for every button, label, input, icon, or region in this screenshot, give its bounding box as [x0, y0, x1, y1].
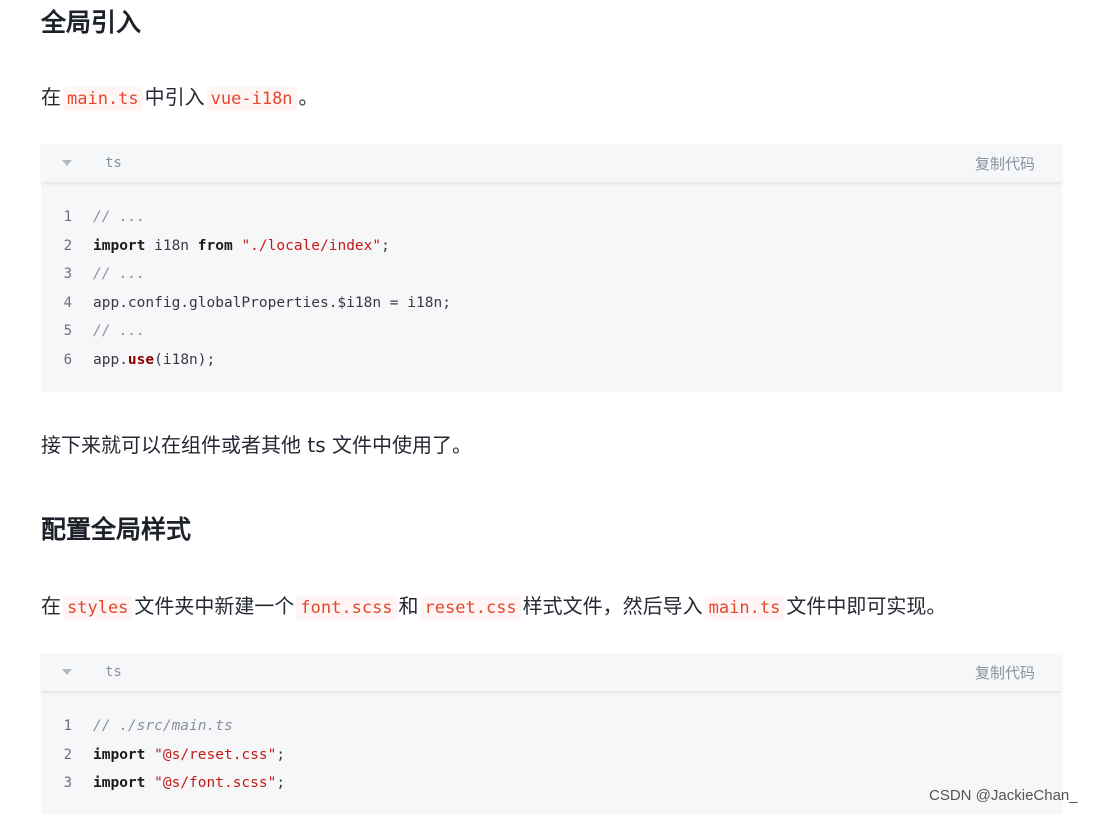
inline-code-main-ts: main.ts: [704, 596, 785, 620]
code-text: ;: [276, 775, 286, 792]
code-line: 3 import "@s/font.scss";: [41, 769, 1062, 798]
code-string: "@s/reset.css": [154, 746, 277, 763]
code-body: 1 // ./src/main.ts 2 import "@s/reset.css…: [41, 691, 1062, 816]
paragraph-global-import: 在 main.ts 中引入 vue-i18n。: [41, 79, 319, 117]
code-text: app.config.globalProperties.$i18n = i18n…: [93, 294, 451, 311]
code-text: ;: [276, 746, 286, 763]
text-segment: 中引入: [144, 85, 205, 109]
code-text: ;: [381, 237, 390, 254]
code-text: (i18n);: [154, 351, 216, 368]
inline-code-font-scss: font.scss: [296, 596, 397, 620]
code-function: use: [127, 351, 155, 368]
code-block-header: ts 复制代码: [41, 653, 1062, 691]
code-comment: // ./src/main.ts: [93, 718, 233, 735]
paragraph-usage: 接下来就可以在组件或者其他 ts 文件中使用了。: [41, 433, 472, 457]
section-heading-global-import: 全局引入: [41, 8, 142, 37]
code-block-header: ts 复制代码: [41, 144, 1062, 182]
code-body: 1 // ... 2 import i18n from "./locale/ind…: [41, 182, 1062, 392]
code-block-1: ts 复制代码 1 // ... 2 import i18n from "./lo…: [41, 144, 1062, 392]
code-line: 1 // ...: [41, 203, 1062, 232]
text-segment: 。: [298, 85, 319, 109]
collapse-chevron-icon[interactable]: [62, 160, 72, 166]
text-segment: 在: [41, 594, 61, 618]
code-line: 2 import i18n from "./locale/index";: [41, 232, 1062, 261]
copy-code-button[interactable]: 复制代码: [975, 662, 1035, 683]
inline-code-styles: styles: [63, 596, 133, 620]
text-segment: 和: [398, 594, 419, 618]
code-line: 4 app.config.globalProperties.$i18n = i1…: [41, 289, 1062, 318]
inline-code-main-ts: main.ts: [63, 87, 143, 111]
line-number: 2: [63, 237, 72, 254]
code-line: 1 // ./src/main.ts: [41, 712, 1062, 741]
code-keyword: from: [197, 237, 233, 254]
paragraph-global-styles: 在 styles 文件夹中新建一个 font.scss 和 reset.css 样式文件，然…: [41, 588, 946, 626]
line-number: 5: [63, 323, 72, 340]
code-string: "./locale/index": [241, 237, 382, 254]
code-keyword: import: [93, 746, 146, 763]
code-block-2: ts 复制代码 1 // ./src/main.ts 2 import "@s/r…: [41, 653, 1062, 814]
text-segment: 样式文件，然后导入: [522, 594, 703, 618]
code-line: 6 app. use (i18n);: [41, 346, 1062, 375]
inline-code-vue-i18n: vue-i18n: [206, 87, 297, 111]
line-number: 1: [63, 209, 72, 226]
text-segment: 在: [41, 85, 61, 109]
code-line: 3 // ...: [41, 260, 1062, 289]
line-number: 4: [63, 294, 72, 311]
code-comment: // ...: [93, 266, 146, 283]
text-segment: 文件夹中新建一个: [134, 594, 295, 618]
line-number: 3: [63, 266, 72, 283]
code-language-label: ts: [105, 664, 122, 680]
csdn-watermark: CSDN @JackieChan_: [929, 787, 1078, 804]
code-comment: // ...: [93, 209, 146, 226]
collapse-chevron-icon[interactable]: [62, 669, 72, 675]
code-text: i18n: [145, 237, 198, 254]
code-keyword: import: [93, 775, 146, 792]
copy-code-button[interactable]: 复制代码: [975, 153, 1035, 174]
line-number: 2: [63, 746, 72, 763]
line-number: 3: [63, 775, 72, 792]
code-line: 2 import "@s/reset.css";: [41, 741, 1062, 770]
code-string: "@s/font.scss": [154, 775, 277, 792]
inline-code-reset-css: reset.css: [420, 596, 521, 620]
code-language-label: ts: [105, 155, 122, 171]
line-number: 6: [63, 351, 72, 368]
line-number: 1: [63, 718, 72, 735]
code-keyword: import: [93, 237, 146, 254]
section-heading-global-styles: 配置全局样式: [41, 515, 192, 544]
text-segment: 文件中即可实现。: [786, 594, 947, 618]
code-text: app.: [93, 351, 128, 368]
code-comment: // ...: [93, 323, 146, 340]
code-line: 5 // ...: [41, 317, 1062, 346]
